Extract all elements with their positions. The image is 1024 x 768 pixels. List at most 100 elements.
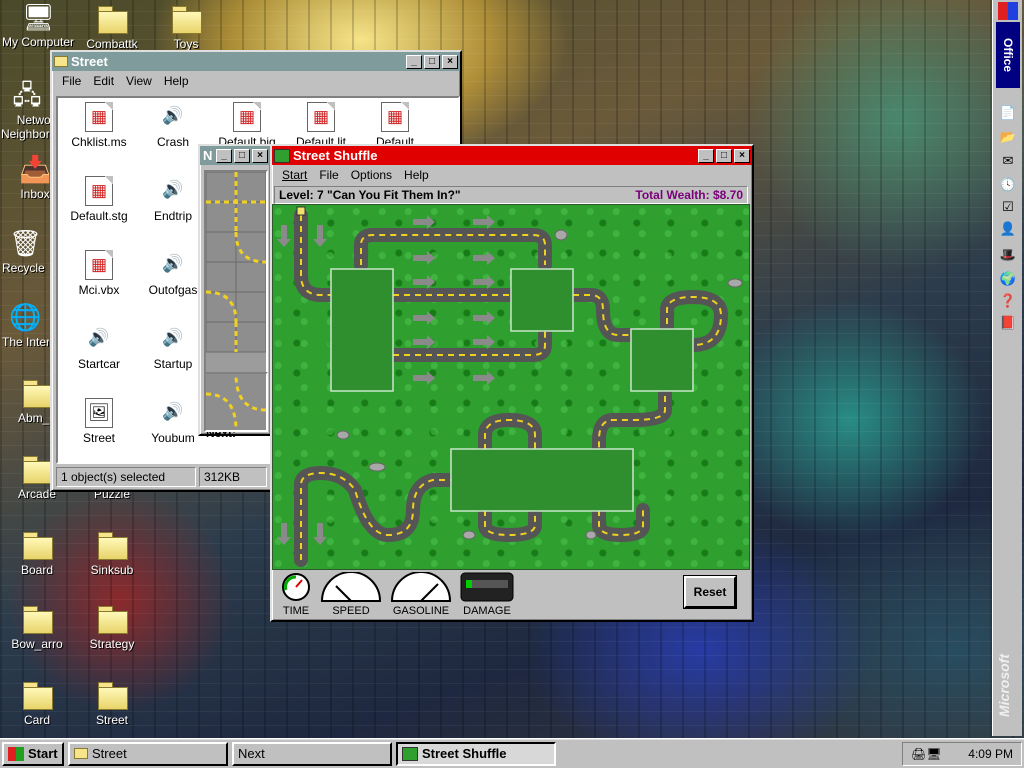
start-label: Start bbox=[28, 746, 58, 761]
explorer-title: Street bbox=[71, 54, 108, 69]
minimize-button[interactable]: _ bbox=[216, 148, 232, 163]
file-item[interactable]: 🔊 Startcar bbox=[62, 324, 136, 371]
file-item[interactable]: ▦ Mci.vbx bbox=[62, 250, 136, 297]
task-next[interactable]: Next bbox=[232, 741, 392, 766]
desktop-icon-recycle-bin[interactable]: 🗑 Recycle Bin bbox=[0, 228, 50, 278]
desktop-icon-my-computer[interactable]: 🖥 My Computer bbox=[0, 2, 76, 49]
file-name: Default.stg bbox=[70, 209, 128, 223]
start-button[interactable]: Start bbox=[2, 741, 64, 766]
task-street-shuffle[interactable]: Street Shuffle bbox=[396, 741, 556, 766]
menu-help[interactable]: Help bbox=[398, 168, 435, 182]
file-name: Outofgas bbox=[148, 283, 198, 297]
folder-icon bbox=[96, 4, 128, 34]
sound-file-icon: 🔊 bbox=[162, 402, 184, 421]
file-item[interactable]: ▦ Default bbox=[358, 102, 432, 149]
close-button[interactable]: × bbox=[442, 54, 458, 69]
folder-icon bbox=[21, 454, 53, 484]
maximize-button[interactable]: □ bbox=[424, 54, 440, 69]
maximize-button[interactable]: □ bbox=[234, 148, 250, 163]
speed-label: SPEED bbox=[332, 604, 370, 617]
folder-icon bbox=[96, 530, 128, 560]
speed-gauge: SPEED bbox=[320, 570, 382, 617]
sound-file-icon: 🔊 bbox=[88, 328, 110, 347]
desktop-icon-strategy[interactable]: Strategy bbox=[74, 604, 150, 651]
book-icon[interactable]: 📕 bbox=[998, 314, 1018, 332]
file-item[interactable]: ▦ Chklist.ms bbox=[62, 102, 136, 149]
menu-options[interactable]: Options bbox=[345, 168, 398, 182]
minimize-button[interactable]: _ bbox=[698, 148, 714, 163]
file-item[interactable]: 🖼 Street bbox=[62, 398, 136, 445]
game-board[interactable] bbox=[272, 204, 750, 570]
menu-start[interactable]: Start bbox=[276, 168, 313, 182]
menu-edit[interactable]: Edit bbox=[87, 74, 120, 88]
damage-gauge: DAMAGE bbox=[460, 572, 514, 617]
fuel-gauge-icon bbox=[390, 570, 452, 602]
menu-view[interactable]: View bbox=[120, 74, 158, 88]
maximize-button[interactable]: □ bbox=[716, 148, 732, 163]
network-icon: 🖧 bbox=[12, 80, 42, 110]
dashboard: TIME SPEED GASOLINE DAMAGE Reset bbox=[272, 570, 750, 618]
tray-icons[interactable]: 🖨🖥 bbox=[911, 747, 941, 761]
mail-icon[interactable]: ✉ bbox=[998, 152, 1018, 170]
windows-logo-file-icon: ▦ bbox=[85, 176, 113, 206]
taskbar: Start Street Next Street Shuffle 🖨🖥 4:09… bbox=[0, 738, 1024, 768]
menu-help[interactable]: Help bbox=[158, 74, 195, 88]
contact-icon[interactable]: 👤 bbox=[998, 220, 1018, 238]
game-titlebar[interactable]: Street Shuffle _ □ × bbox=[272, 146, 752, 165]
desktop-icon-combattk[interactable]: Combattk bbox=[74, 4, 150, 51]
desktop-icon-label: Toys bbox=[173, 37, 199, 51]
globe-icon[interactable]: 🌍 bbox=[998, 270, 1018, 288]
office-logo-icon[interactable] bbox=[998, 2, 1018, 20]
desktop-icon-card[interactable]: Card bbox=[0, 680, 74, 727]
folder-icon bbox=[96, 680, 128, 710]
file-name: Chklist.ms bbox=[71, 135, 127, 149]
folder-icon bbox=[96, 604, 128, 634]
office-shortcut-bar: Office 📄 📂 ✉ 🕓 ☑ 👤 🎩 🌍 ❓ 📕 bbox=[992, 0, 1022, 736]
desktop-icon-board[interactable]: Board bbox=[0, 530, 74, 577]
speedometer-icon bbox=[320, 570, 382, 602]
hat-icon[interactable]: 🎩 bbox=[998, 246, 1018, 264]
status-size: 312KB bbox=[199, 467, 267, 487]
desktop-icon-street[interactable]: Street bbox=[74, 680, 150, 727]
desktop-icon-sinksub[interactable]: Sinksub bbox=[74, 530, 150, 577]
schedule-icon[interactable]: 🕓 bbox=[998, 176, 1018, 194]
file-item[interactable]: ▦ Default.big bbox=[210, 102, 284, 149]
desktop-icon-bow-arro[interactable]: Bow_arro bbox=[0, 604, 74, 651]
file-item[interactable]: ▦ Default.stg bbox=[62, 176, 136, 223]
explorer-menubar: File Edit View Help bbox=[52, 71, 460, 91]
minimize-button[interactable]: _ bbox=[406, 54, 422, 69]
desktop-icon-toys[interactable]: Toys bbox=[148, 4, 224, 51]
help-icon[interactable]: ❓ bbox=[998, 292, 1018, 310]
open-folder-icon[interactable]: 📂 bbox=[998, 128, 1018, 146]
folder-icon bbox=[170, 4, 202, 34]
reset-button[interactable]: Reset bbox=[684, 576, 736, 608]
internet-icon: 🌐 bbox=[9, 302, 42, 332]
clock[interactable]: 4:09 PM bbox=[968, 747, 1013, 761]
desktop-icon-network-neighborhood[interactable]: 🖧 Network Neighborhood bbox=[0, 80, 76, 141]
next-window[interactable]: N _ □ × Next: bbox=[198, 144, 272, 440]
explorer-titlebar[interactable]: Street _ □ × bbox=[52, 52, 460, 71]
desktop-icon-label: Street bbox=[95, 713, 128, 727]
my-computer-icon: 🖥 bbox=[22, 2, 56, 32]
menu-file[interactable]: File bbox=[313, 168, 344, 182]
desktop-icon-the-internet[interactable]: 🌐 The Internet bbox=[0, 302, 50, 352]
file-item[interactable]: ▦ Default.lit bbox=[284, 102, 358, 149]
desktop-icon-label: My Computer bbox=[1, 35, 75, 49]
office-bar-title[interactable]: Office bbox=[996, 22, 1020, 88]
next-titlebar[interactable]: N _ □ × bbox=[200, 146, 270, 165]
desktop-icon-label: Combattk bbox=[86, 37, 138, 51]
next-tile-graphic bbox=[205, 373, 267, 431]
desktop-icon-label: Inbox bbox=[20, 187, 50, 201]
file-item[interactable]: 🔊 Crash bbox=[136, 102, 210, 149]
task-icon[interactable]: ☑ bbox=[998, 198, 1018, 216]
close-button[interactable]: × bbox=[252, 148, 268, 163]
street-shuffle-window[interactable]: Street Shuffle _ □ × Start File Options … bbox=[270, 144, 754, 622]
file-name: Crash bbox=[156, 135, 189, 149]
close-button[interactable]: × bbox=[734, 148, 750, 163]
menu-file[interactable]: File bbox=[56, 74, 87, 88]
task-street[interactable]: Street bbox=[68, 741, 228, 766]
windows-logo-file-icon: ▦ bbox=[85, 250, 113, 280]
new-document-icon[interactable]: 📄 bbox=[998, 104, 1018, 122]
windows-logo-file-icon: ▦ bbox=[233, 102, 261, 132]
clock-icon bbox=[282, 572, 310, 601]
